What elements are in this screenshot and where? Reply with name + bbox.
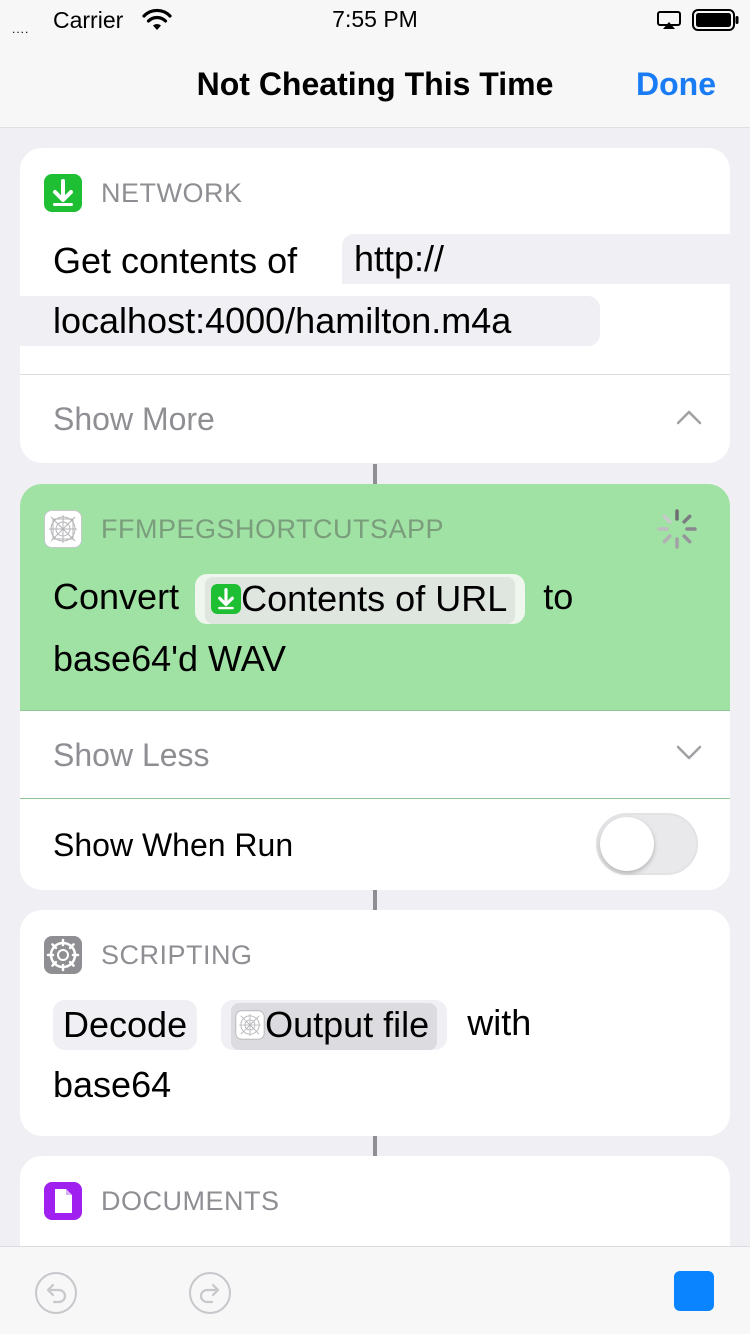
airplay-icon <box>656 10 682 35</box>
battery-icon <box>692 9 740 36</box>
activity-spinner-icon <box>656 508 698 555</box>
status-bar: .... Carrier 7:55 PM <box>0 0 750 40</box>
stop-icon[interactable] <box>674 1271 714 1311</box>
category-label: NETWORK <box>101 178 243 208</box>
download-arrow-icon <box>211 580 242 624</box>
url-field[interactable]: http:// <box>342 234 730 284</box>
mode-parameter[interactable]: Decode <box>53 1000 198 1051</box>
action-sentence-continued: base64'd WAV <box>53 628 286 690</box>
connector-word: to <box>543 576 574 617</box>
chevron-up-icon <box>676 409 702 430</box>
category-label: FFMPEGSHORTCUTSAPP <box>101 514 445 544</box>
variable-name: Output file <box>265 1004 430 1046</box>
navigation-bar: Not Cheating This Time Done <box>0 40 750 128</box>
action-verb: Get contents of <box>53 240 298 281</box>
show-more-label: Show More <box>53 401 215 437</box>
toggle-knob <box>600 817 654 871</box>
show-less-label: Show Less <box>53 737 210 773</box>
show-more-row[interactable]: Show More <box>20 374 730 462</box>
redo-icon[interactable] <box>188 1271 232 1320</box>
documents-action[interactable]: DOCUMENTS <box>20 1156 730 1246</box>
url-line-2: localhost:4000/hamilton.m4a <box>53 300 512 341</box>
input-variable-token[interactable]: Contents of URL <box>195 574 526 625</box>
gear-icon <box>44 936 82 974</box>
actions-list[interactable]: NETWORK Get contents of http:// localhos… <box>0 128 750 1246</box>
action-sentence: Convert Contents of URL to <box>53 566 573 628</box>
variable-chip: Output file <box>231 1003 438 1051</box>
show-when-run-label: Show When Run <box>53 827 294 863</box>
action-verb: Convert <box>53 576 180 617</box>
document-icon <box>44 1182 82 1220</box>
show-when-run-row: Show When Run <box>20 798 730 890</box>
get-contents-action[interactable]: NETWORK Get contents of http:// localhos… <box>20 148 730 463</box>
url-line-1: http:// <box>354 238 445 279</box>
show-less-row[interactable]: Show Less <box>20 710 730 798</box>
download-arrow-icon <box>44 174 82 212</box>
action-connector <box>373 464 377 484</box>
action-connector <box>373 1136 377 1156</box>
undo-icon[interactable] <box>34 1271 78 1320</box>
variable-chip: Contents of URL <box>205 577 516 625</box>
base64-decode-action[interactable]: SCRIPTING Decode Output file with base64 <box>20 910 730 1136</box>
app-grid-icon <box>235 1006 265 1050</box>
clock: 7:55 PM <box>332 6 418 32</box>
convert-action[interactable]: FFMPEGSHORTCUTSAPP Convert Contents of U… <box>20 484 730 890</box>
input-variable-token[interactable]: Output file <box>221 1000 448 1051</box>
action-sentence-continued: base64 <box>53 1054 171 1116</box>
category-label: SCRIPTING <box>101 940 253 970</box>
show-when-run-toggle[interactable] <box>596 813 698 875</box>
chevron-down-icon <box>676 745 702 766</box>
action-connector <box>373 890 377 910</box>
variable-name: Contents of URL <box>241 578 508 620</box>
connector-word: with <box>467 1002 532 1043</box>
output-format-parameter[interactable]: base64'd WAV <box>53 638 286 679</box>
done-button[interactable]: Done <box>636 66 716 103</box>
action-sentence: Get contents of <box>53 230 297 292</box>
action-sentence: Decode Output file with <box>53 992 531 1054</box>
category-label: DOCUMENTS <box>101 1186 280 1216</box>
editor-toolbar <box>0 1246 750 1334</box>
encoding-parameter[interactable]: base64 <box>53 1064 171 1105</box>
app-grid-icon <box>44 510 82 548</box>
url-field-continued[interactable]: localhost:4000/hamilton.m4a <box>20 296 600 346</box>
